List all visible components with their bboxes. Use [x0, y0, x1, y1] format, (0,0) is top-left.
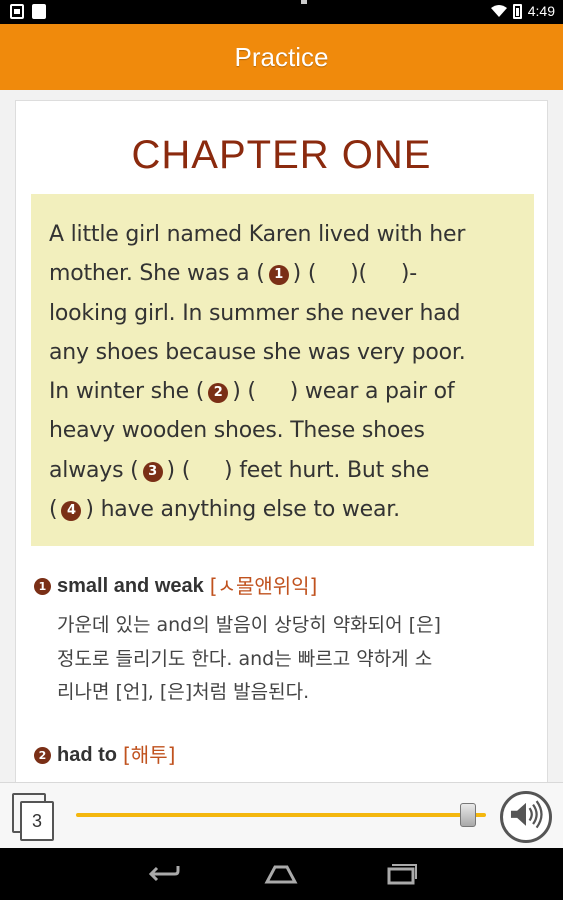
app-title: Practice: [234, 41, 329, 72]
audio-player-bar: 3: [0, 782, 563, 848]
image-icon: [10, 4, 24, 19]
status-bar: 4:49: [0, 0, 563, 24]
speaker-icon[interactable]: [500, 791, 552, 843]
passage-text: A little girl named Karen lived with her: [49, 222, 466, 247]
slider-track: [76, 813, 486, 817]
playback-slider[interactable]: [76, 803, 486, 827]
page-number: 3: [20, 801, 54, 841]
recent-apps-icon[interactable]: [383, 862, 419, 886]
back-icon[interactable]: [145, 862, 181, 886]
blank-marker-1[interactable]: 1: [268, 265, 289, 286]
passage-line: (4) have anything else to wear.: [49, 497, 400, 523]
passage-text: any shoes because she was very poor.: [49, 339, 466, 365]
note-heading: 2 had to [해투]: [34, 742, 175, 768]
wifi-icon: [490, 5, 507, 17]
chapter-card: CHAPTER ONE A little girl named Karen li…: [15, 100, 548, 782]
note-line: 정도로 들리기도 한다. and는 빠르고 약하게 소: [57, 647, 433, 670]
note-pronunciation: [해투]: [123, 743, 176, 767]
note-term: had to: [57, 744, 117, 766]
status-time: 4:49: [527, 3, 555, 19]
content-scroll-area[interactable]: CHAPTER ONE A little girl named Karen li…: [0, 90, 563, 782]
status-notification-icons: [10, 4, 46, 19]
slider-thumb[interactable]: [460, 803, 476, 827]
note-line: 가운데 있는 and의 발음이 상당히 약화되어 [은]: [57, 614, 441, 636]
blank-marker-2[interactable]: 2: [208, 383, 229, 404]
speaker-icon-glyph: [510, 800, 543, 829]
passage-text: looking girl. In summer she never had: [49, 300, 461, 326]
page-counter-button[interactable]: 3: [12, 793, 54, 841]
note-1: 1 small and weak [ㅅ몰앤위익] 가운데 있는 and의 발음이…: [34, 573, 534, 710]
passage-line: always (3) ( ) feet hurt. But she: [49, 457, 430, 483]
note-pronunciation: [ㅅ몰앤위익]: [209, 574, 318, 598]
blank-marker-3[interactable]: 3: [142, 461, 163, 482]
blank-marker-4[interactable]: 4: [61, 501, 82, 522]
passage-line: looking girl. In summer she never had: [49, 294, 520, 333]
system-navigation-bar: [0, 848, 563, 900]
passage-line: heavy wooden shoes. These shoes: [49, 411, 520, 450]
battery-icon: [512, 3, 522, 19]
passage-text: heavy wooden shoes. These shoes: [49, 418, 425, 444]
passage-line: A little girl named Karen lived with her: [49, 215, 520, 254]
passage-line: any shoes because she was very poor.: [49, 333, 520, 372]
passage-box: A little girl named Karen lived with her…: [31, 194, 534, 546]
note-number-marker: 2: [34, 746, 51, 764]
passage-line: In winter she (2) ( ) wear a pair of: [49, 379, 455, 405]
note-body: 가운데 있는 and의 발음이 상당히 약화되어 [은] 정도로 들리기도 한다…: [57, 609, 534, 710]
status-indicator: [301, 0, 307, 4]
home-icon[interactable]: [263, 862, 299, 886]
chapter-title: CHAPTER ONE: [131, 133, 432, 177]
note-term: small and weak: [57, 575, 204, 597]
passage-line: mother. She was a (1) ( )( )-: [49, 261, 418, 287]
note-heading: 1 small and weak [ㅅ몰앤위익]: [34, 573, 534, 599]
note-2: 2 had to [해투]: [34, 742, 175, 768]
note-line: 리나면 [언], [은]처럼 발음된다.: [57, 681, 310, 703]
note-number-marker: 1: [34, 577, 51, 595]
status-system-icons: 4:49: [490, 3, 555, 19]
sd-card-icon: [32, 4, 46, 19]
app-bar: Practice: [0, 24, 563, 90]
